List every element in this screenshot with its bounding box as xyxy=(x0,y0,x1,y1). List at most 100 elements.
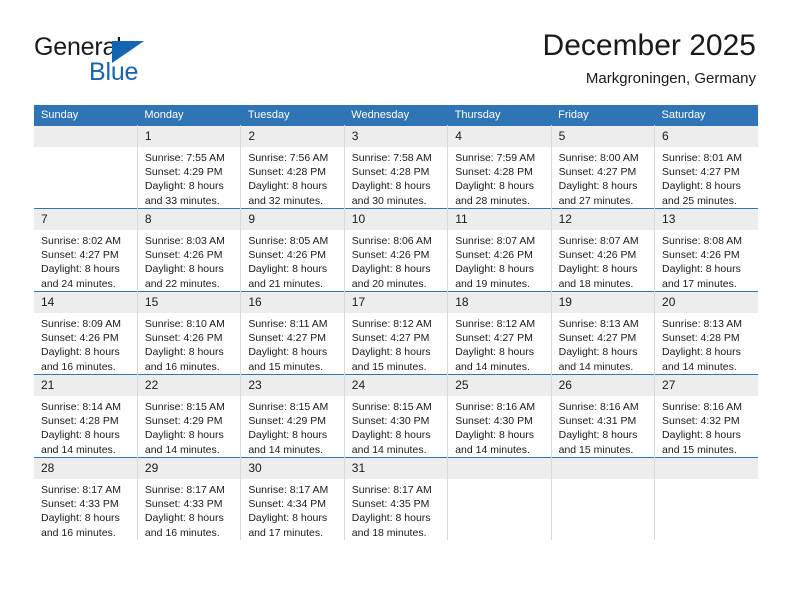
calendar-grid: Sunday Monday Tuesday Wednesday Thursday Frid… xyxy=(34,105,758,540)
day-details: Sunrise: 8:15 AM Sunset: 4:29 PM Daylight:… xyxy=(138,396,240,457)
day-number: 11 xyxy=(448,209,551,230)
daylight-duration-line1: Daylight: 8 hours xyxy=(41,346,120,359)
daylight-duration-line1: Daylight: 8 hours xyxy=(248,346,328,359)
calendar-day-cell[interactable]: 17 Sunrise: 8:12 AM Sunset: 4:27 PM Dayligh… xyxy=(344,291,449,375)
sunrise-time: Sunrise: 8:15 AM xyxy=(144,401,225,413)
day-number: 1 xyxy=(137,126,241,147)
day-details: Sunrise: 8:00 AM Sunset: 4:27 PM Daylight:… xyxy=(552,147,654,208)
calendar-day-cell[interactable]: 14 Sunrise: 8:09 AM Sunset: 4:26 PM Dayligh… xyxy=(34,291,138,375)
sunrise-time: Sunrise: 8:16 AM xyxy=(662,401,742,413)
calendar-day-cell[interactable]: 9 Sunrise: 8:05 AM Sunset: 4:26 PM Daylight… xyxy=(240,208,345,292)
day-number: 24 xyxy=(344,375,448,396)
calendar-header-row: Sunday Monday Tuesday Wednesday Thursday Frid… xyxy=(34,105,758,126)
calendar-day-cell[interactable]: 4 Sunrise: 7:59 AM Sunset: 4:28 PM Daylight… xyxy=(447,125,552,209)
day-number: 3 xyxy=(344,126,448,147)
calendar-day-cell[interactable]: 3 Sunrise: 7:58 AM Sunset: 4:28 PM Daylight… xyxy=(344,125,449,209)
sunset-time: Sunset: 4:27 PM xyxy=(351,332,430,345)
calendar-day-cell[interactable]: 8 Sunrise: 8:03 AM Sunset: 4:26 PM Daylight… xyxy=(137,208,242,292)
calendar-day-cell[interactable]: 29 Sunrise: 8:17 AM Sunset: 4:33 PM Dayligh… xyxy=(137,457,242,540)
calendar-day-cell[interactable]: 24 Sunrise: 8:15 AM Sunset: 4:30 PM Dayligh… xyxy=(344,374,449,458)
day-details: Sunrise: 8:15 AM Sunset: 4:29 PM Daylight:… xyxy=(241,396,343,457)
daylight-duration-line2: and 20 minutes. xyxy=(351,277,427,290)
day-details: Sunrise: 8:13 AM Sunset: 4:28 PM Daylight:… xyxy=(655,313,758,374)
day-details: Sunrise: 7:55 AM Sunset: 4:29 PM Daylight:… xyxy=(138,147,240,208)
day-details: Sunrise: 8:15 AM Sunset: 4:30 PM Daylight:… xyxy=(345,396,447,457)
day-details: Sunrise: 8:17 AM Sunset: 4:33 PM Daylight:… xyxy=(138,479,240,540)
daylight-duration-line1: Daylight: 8 hours xyxy=(144,512,224,525)
sunrise-time: Sunrise: 8:05 AM xyxy=(248,235,329,247)
calendar-day-cell-empty xyxy=(447,457,552,540)
daylight-duration-line1: Daylight: 8 hours xyxy=(41,512,120,525)
calendar-day-cell[interactable]: 10 Sunrise: 8:06 AM Sunset: 4:26 PM Dayligh… xyxy=(344,208,449,292)
calendar-day-cell[interactable]: 7 Sunrise: 8:02 AM Sunset: 4:27 PM Daylight… xyxy=(34,208,138,292)
daylight-duration-line2: and 14 minutes. xyxy=(41,443,116,456)
weekday-header-sunday: Sunday xyxy=(34,105,138,126)
sunrise-time: Sunrise: 8:09 AM xyxy=(41,318,121,330)
sunrise-time: Sunrise: 8:12 AM xyxy=(351,318,432,330)
calendar-day-cell[interactable]: 27 Sunrise: 8:16 AM Sunset: 4:32 PM Dayligh… xyxy=(654,374,758,458)
weekday-header-saturday: Saturday xyxy=(654,105,758,126)
daylight-duration-line1: Daylight: 8 hours xyxy=(558,180,638,193)
calendar-day-cell[interactable]: 2 Sunrise: 7:56 AM Sunset: 4:28 PM Daylight… xyxy=(240,125,345,209)
sunrise-time: Sunrise: 8:07 AM xyxy=(558,235,639,247)
daylight-duration-line2: and 25 minutes. xyxy=(662,194,737,207)
day-details: Sunrise: 8:13 AM Sunset: 4:27 PM Daylight:… xyxy=(552,313,654,374)
calendar-day-cell[interactable]: 15 Sunrise: 8:10 AM Sunset: 4:26 PM Dayligh… xyxy=(137,291,242,375)
calendar-day-cell[interactable]: 11 Sunrise: 8:07 AM Sunset: 4:26 PM Dayligh… xyxy=(447,208,552,292)
day-details: Sunrise: 8:01 AM Sunset: 4:27 PM Daylight:… xyxy=(655,147,758,208)
sunrise-time: Sunrise: 8:01 AM xyxy=(662,152,742,164)
sunset-time: Sunset: 4:28 PM xyxy=(455,166,533,179)
daylight-duration-line2: and 17 minutes. xyxy=(662,277,737,290)
daylight-duration-line1: Daylight: 8 hours xyxy=(248,429,328,442)
calendar-day-cell[interactable]: 26 Sunrise: 8:16 AM Sunset: 4:31 PM Dayligh… xyxy=(551,374,656,458)
day-number: 7 xyxy=(34,209,137,230)
sunset-time: Sunset: 4:28 PM xyxy=(662,332,740,345)
sunrise-time: Sunrise: 8:11 AM xyxy=(248,318,328,330)
calendar-day-cell[interactable]: 12 Sunrise: 8:07 AM Sunset: 4:26 PM Dayligh… xyxy=(551,208,656,292)
sunset-time: Sunset: 4:26 PM xyxy=(144,249,223,262)
sunset-time: Sunset: 4:29 PM xyxy=(144,415,223,428)
calendar-week-row: 21 Sunrise: 8:14 AM Sunset: 4:28 PM Dayligh… xyxy=(34,374,758,458)
sunrise-time: Sunrise: 8:14 AM xyxy=(41,401,121,413)
day-number xyxy=(551,458,655,479)
calendar-day-cell[interactable]: 19 Sunrise: 8:13 AM Sunset: 4:27 PM Dayligh… xyxy=(551,291,656,375)
calendar-day-cell[interactable]: 16 Sunrise: 8:11 AM Sunset: 4:27 PM Dayligh… xyxy=(240,291,345,375)
day-number: 9 xyxy=(241,209,344,230)
daylight-duration-line1: Daylight: 8 hours xyxy=(144,346,224,359)
sunrise-time: Sunrise: 8:16 AM xyxy=(558,401,639,413)
calendar-day-cell[interactable]: 5 Sunrise: 8:00 AM Sunset: 4:27 PM Daylight… xyxy=(551,125,656,209)
calendar-day-cell-empty xyxy=(654,457,758,540)
page-subtitle: Markgroningen, Germany xyxy=(585,70,756,87)
daylight-duration-line2: and 30 minutes. xyxy=(351,194,427,207)
calendar-day-cell[interactable]: 21 Sunrise: 8:14 AM Sunset: 4:28 PM Dayligh… xyxy=(34,374,138,458)
day-details: Sunrise: 8:17 AM Sunset: 4:34 PM Daylight:… xyxy=(241,479,343,540)
calendar-day-cell[interactable]: 20 Sunrise: 8:13 AM Sunset: 4:28 PM Dayligh… xyxy=(654,291,758,375)
day-number: 25 xyxy=(448,375,551,396)
daylight-duration-line1: Daylight: 8 hours xyxy=(41,429,120,442)
sunset-time: Sunset: 4:29 PM xyxy=(248,415,326,428)
sunset-time: Sunset: 4:27 PM xyxy=(662,166,740,179)
day-details: Sunrise: 8:12 AM Sunset: 4:27 PM Daylight:… xyxy=(448,313,550,374)
daylight-duration-line2: and 15 minutes. xyxy=(558,443,634,456)
calendar-day-cell[interactable]: 18 Sunrise: 8:12 AM Sunset: 4:27 PM Dayligh… xyxy=(447,291,552,375)
daylight-duration-line1: Daylight: 8 hours xyxy=(558,429,638,442)
daylight-duration-line1: Daylight: 8 hours xyxy=(662,180,741,193)
calendar-day-cell[interactable]: 28 Sunrise: 8:17 AM Sunset: 4:33 PM Dayligh… xyxy=(34,457,138,540)
sunset-time: Sunset: 4:27 PM xyxy=(558,166,637,179)
calendar-day-cell[interactable]: 22 Sunrise: 8:15 AM Sunset: 4:29 PM Dayligh… xyxy=(137,374,242,458)
daylight-duration-line1: Daylight: 8 hours xyxy=(248,512,328,525)
calendar-day-cell[interactable]: 25 Sunrise: 8:16 AM Sunset: 4:30 PM Dayligh… xyxy=(447,374,552,458)
day-number xyxy=(448,458,551,479)
calendar-day-cell[interactable]: 1 Sunrise: 7:55 AM Sunset: 4:29 PM Daylight… xyxy=(137,125,242,209)
sunset-time: Sunset: 4:31 PM xyxy=(558,415,637,428)
calendar-day-cell[interactable]: 13 Sunrise: 8:08 AM Sunset: 4:26 PM Dayligh… xyxy=(654,208,758,292)
calendar-day-cell[interactable]: 6 Sunrise: 8:01 AM Sunset: 4:27 PM Daylight… xyxy=(654,125,758,209)
calendar-day-cell[interactable]: 31 Sunrise: 8:17 AM Sunset: 4:35 PM Dayligh… xyxy=(344,457,449,540)
calendar-day-cell[interactable]: 23 Sunrise: 8:15 AM Sunset: 4:29 PM Dayligh… xyxy=(240,374,345,458)
calendar-day-cell[interactable]: 30 Sunrise: 8:17 AM Sunset: 4:34 PM Dayligh… xyxy=(240,457,345,540)
sunrise-time: Sunrise: 8:17 AM xyxy=(41,484,121,496)
day-details: Sunrise: 8:17 AM Sunset: 4:35 PM Daylight:… xyxy=(345,479,447,540)
day-details: Sunrise: 8:16 AM Sunset: 4:31 PM Daylight:… xyxy=(552,396,654,457)
sunrise-time: Sunrise: 8:06 AM xyxy=(351,235,432,247)
day-number: 27 xyxy=(655,375,758,396)
